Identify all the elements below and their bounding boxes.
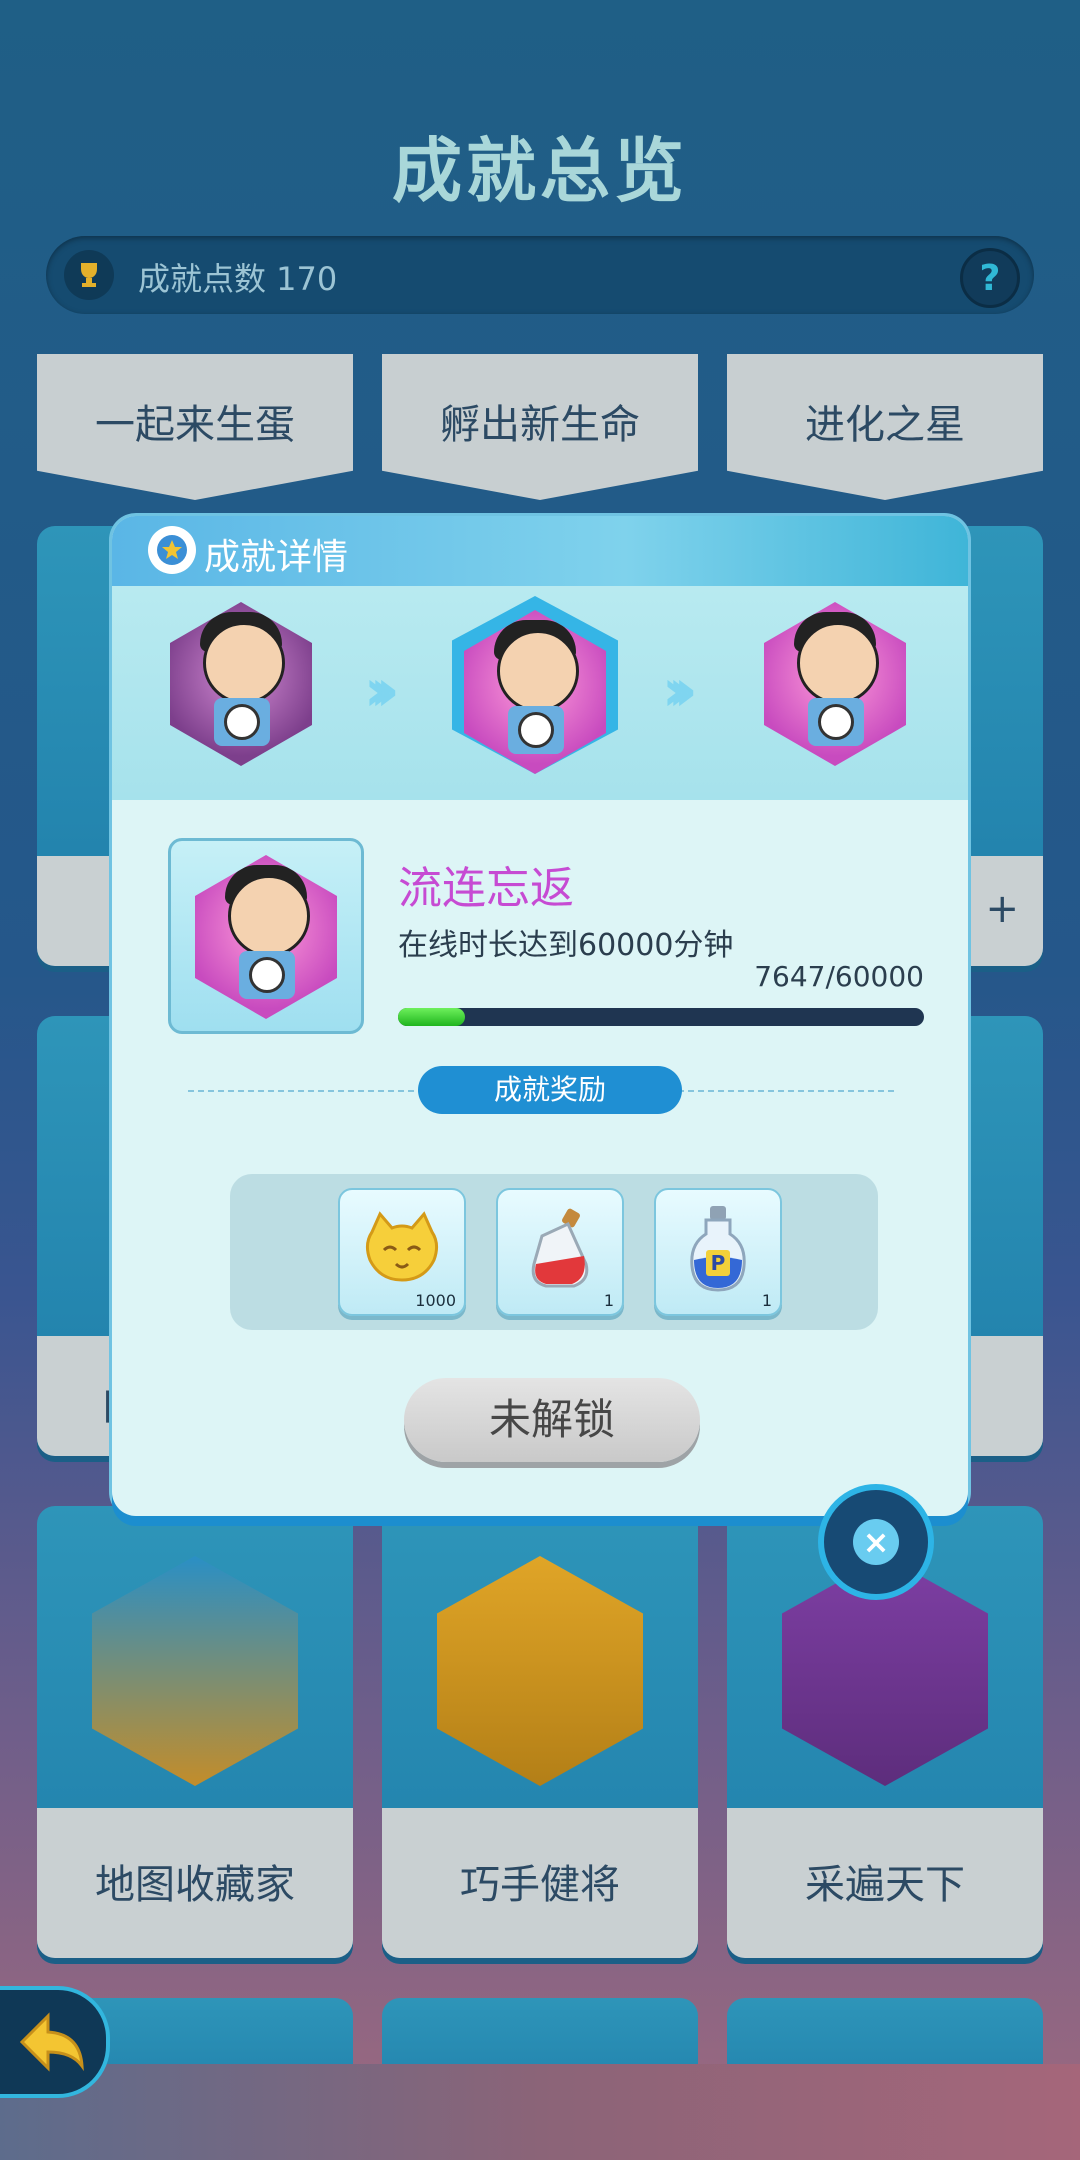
achievement-detail-modal: 成就详情 ››› ››› 流连忘返 在线时长达到60000分钟 7647/600…: [112, 516, 968, 1516]
page-title: 成就总览: [392, 130, 688, 212]
modal-title: 成就详情: [204, 537, 349, 578]
star-badge-icon: [148, 526, 196, 574]
svg-text:P: P: [711, 1251, 726, 1275]
close-button[interactable]: ×: [818, 1484, 934, 1600]
back-button[interactable]: [0, 1986, 110, 2098]
reward-item[interactable]: 1000: [338, 1188, 466, 1316]
achievement-card-map-collector[interactable]: 地图收藏家: [37, 1506, 353, 1958]
reward-item[interactable]: 1: [496, 1188, 624, 1316]
reward-title: 成就奖励: [418, 1066, 682, 1114]
bottom-strip: [0, 2064, 1080, 2160]
achievement-card-craftsman[interactable]: 巧手健将: [382, 1506, 698, 1958]
progress-fill: [398, 1008, 465, 1026]
red-potion-icon: [531, 1208, 589, 1288]
modal-header: 成就详情: [112, 516, 968, 586]
card-label: 进化之星: [805, 402, 965, 448]
progress-bar: [398, 1008, 924, 1026]
locked-button[interactable]: 未解锁: [404, 1378, 700, 1462]
progress-text: 7647/60000: [754, 960, 924, 993]
card-label: 采遍天下: [805, 1862, 965, 1908]
card-label: 巧手健将: [460, 1862, 620, 1908]
achievement-card-egg[interactable]: 一起来生蛋: [37, 354, 353, 500]
card-label: 孵出新生命: [440, 402, 640, 448]
achievement-points-label: 成就点数 170: [138, 260, 338, 298]
back-arrow-icon: [19, 2012, 84, 2072]
help-button[interactable]: ?: [960, 248, 1020, 308]
chevron-right-icon: ›››: [662, 656, 697, 724]
card-label: 地图收藏家: [95, 1862, 295, 1908]
reward-count: 1: [603, 1291, 614, 1310]
achievement-icon: [168, 838, 364, 1034]
reward-box: 1000 1 P 1: [230, 1174, 878, 1330]
achievement-card-evolve[interactable]: 进化之星: [727, 354, 1043, 500]
reward-count: 1000: [415, 1291, 456, 1310]
close-icon: ×: [853, 1519, 899, 1565]
scientist-icon: [437, 1556, 643, 1786]
reward-count: 1: [761, 1291, 772, 1310]
reward-item[interactable]: P 1: [654, 1188, 782, 1316]
achievement-description: 在线时长达到60000分钟: [398, 928, 734, 963]
help-icon: ?: [979, 257, 1001, 299]
achievement-points-bar: 成就点数 170 ?: [46, 236, 1034, 314]
map-icon: [92, 1556, 298, 1786]
blue-p-potion-icon: P: [690, 1206, 746, 1292]
achievement-name: 流连忘返: [398, 863, 574, 914]
card-label: 一起来生蛋: [95, 402, 295, 448]
chevron-right-icon: ›››: [364, 656, 399, 724]
trophy-icon: [64, 250, 114, 300]
cat-coin-icon: [365, 1211, 439, 1282]
online-clock-icon: [195, 855, 337, 1019]
achievement-card-hatch[interactable]: 孵出新生命: [382, 354, 698, 500]
